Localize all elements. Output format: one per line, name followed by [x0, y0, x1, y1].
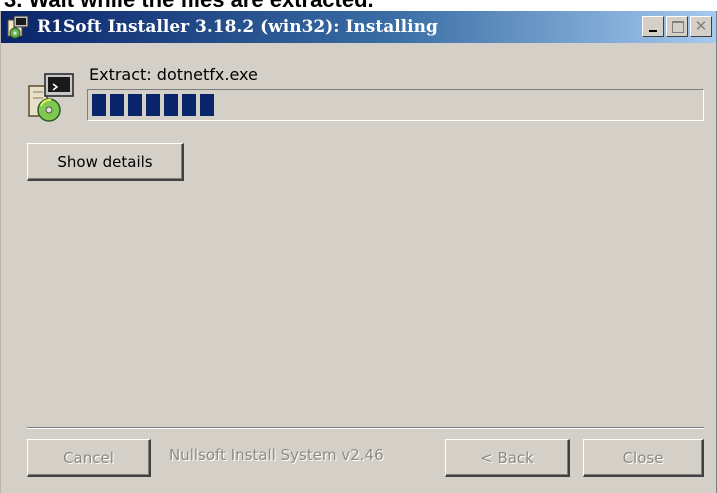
installer-icon	[5, 14, 31, 40]
minimize-icon[interactable]	[642, 16, 664, 37]
close-window-icon[interactable]: ✕	[690, 16, 712, 37]
extract-status: Extract: dotnetfx.exe	[89, 65, 258, 84]
cancel-button[interactable]: Cancel	[27, 439, 151, 477]
progress-fill	[92, 94, 214, 116]
close-button[interactable]: Close	[583, 439, 704, 477]
window-title: R1Soft Installer 3.18.2 (win32): Install…	[37, 17, 438, 37]
branding-text: Nullsoft Install System v2.46	[169, 446, 384, 464]
window-controls: ✕	[640, 16, 712, 37]
show-details-button[interactable]: Show details	[27, 143, 184, 181]
progress-bar	[87, 89, 704, 121]
progress-track	[91, 93, 700, 117]
title-bar[interactable]: R1Soft Installer 3.18.2 (win32): Install…	[1, 11, 716, 43]
installer-window: R1Soft Installer 3.18.2 (win32): Install…	[0, 11, 717, 493]
footer-divider	[27, 427, 704, 429]
page-caption: 3. Wait while the files are extracted.	[0, 0, 717, 11]
installer-package-icon	[27, 72, 77, 124]
maximize-icon[interactable]	[666, 16, 688, 37]
back-button[interactable]: < Back	[445, 439, 570, 477]
